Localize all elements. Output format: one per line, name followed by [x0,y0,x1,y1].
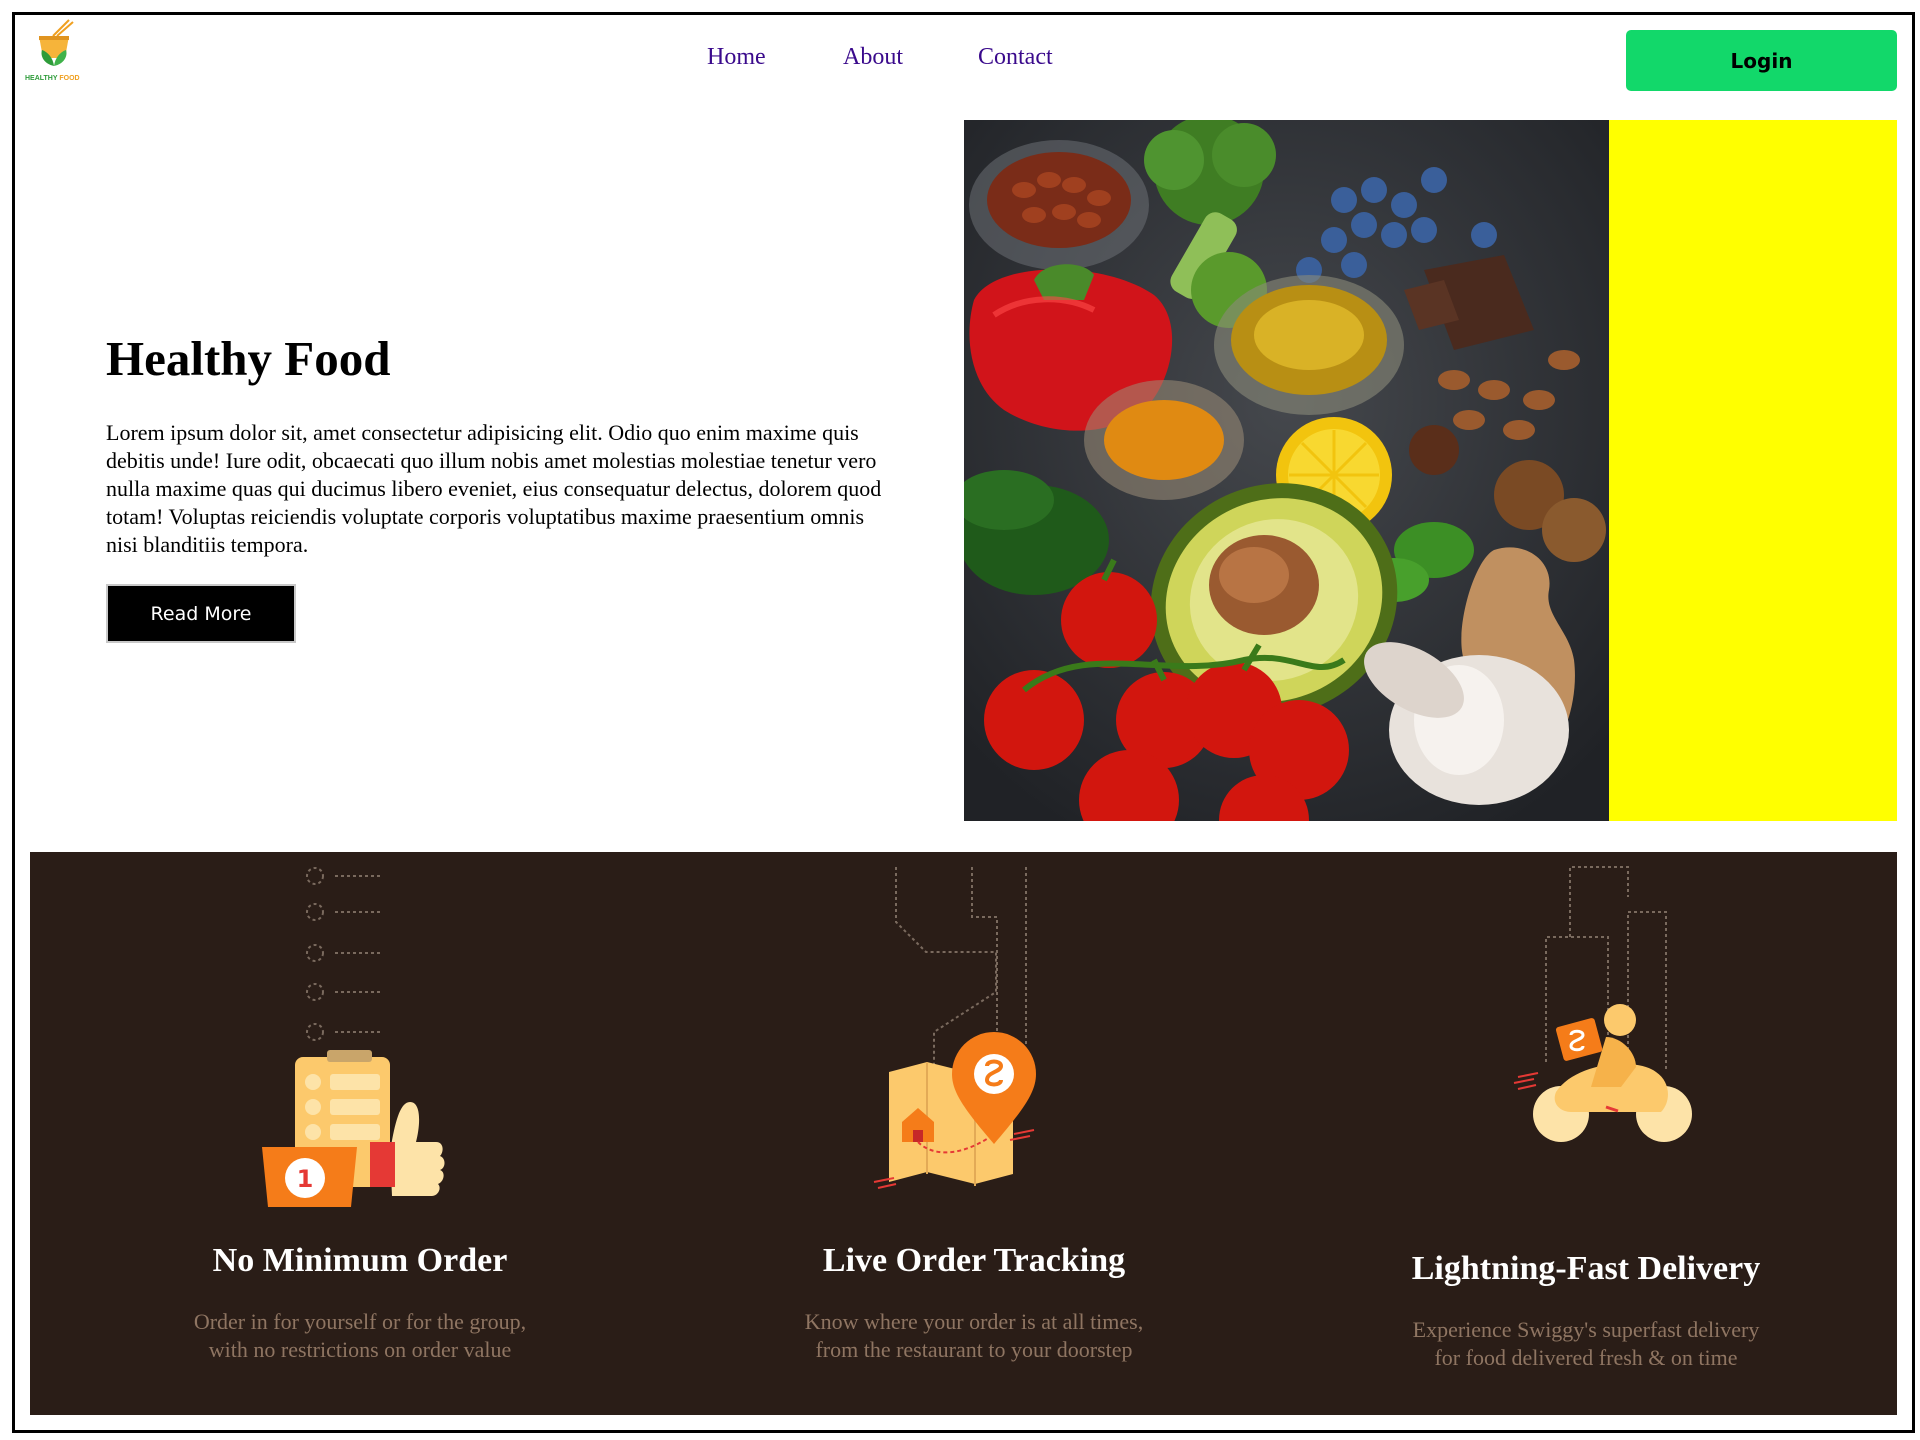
read-more-button[interactable]: Read More [106,584,296,643]
clipboard-thumbs-up-icon: 1 [262,867,445,1207]
feature-live-order-tracking: Live Order Tracking Know where your orde… [694,852,1254,1415]
feature-no-minimum-order: 1 No Minimum Order Order in for yourself… [80,852,640,1415]
delivery-scooter-icon [1513,866,1692,1142]
feature-title: No Minimum Order [212,1242,508,1279]
nav-link-home[interactable]: Home [707,44,766,71]
svg-text:1: 1 [297,1165,314,1193]
map-pin-icon [873,867,1036,1189]
feature-description: Experience Swiggy's superfast delivery f… [1412,1317,1760,1370]
feature-description: Know where your order is at all times, f… [804,1309,1144,1362]
nav-link-contact[interactable]: Contact [978,44,1053,71]
feature-title: Live Order Tracking [822,1242,1126,1279]
feature-title: Lightning-Fast Delivery [1411,1250,1761,1287]
features-section: 1 No Minimum Order Order in for yourself… [30,852,1897,1415]
hero-food-image [964,120,1609,821]
hero-title: Healthy Food [106,331,391,386]
hero-description: Lorem ipsum dolor sit, amet consectetur … [106,420,882,557]
feature-description: Order in for yourself or for the group, … [193,1309,527,1362]
feature-lightning-fast-delivery: Lightning-Fast Delivery Experience Swigg… [1306,852,1866,1415]
hero-yellow-panel [1609,120,1897,821]
login-button[interactable]: Login [1626,30,1897,91]
nav-link-about[interactable]: About [843,44,903,71]
